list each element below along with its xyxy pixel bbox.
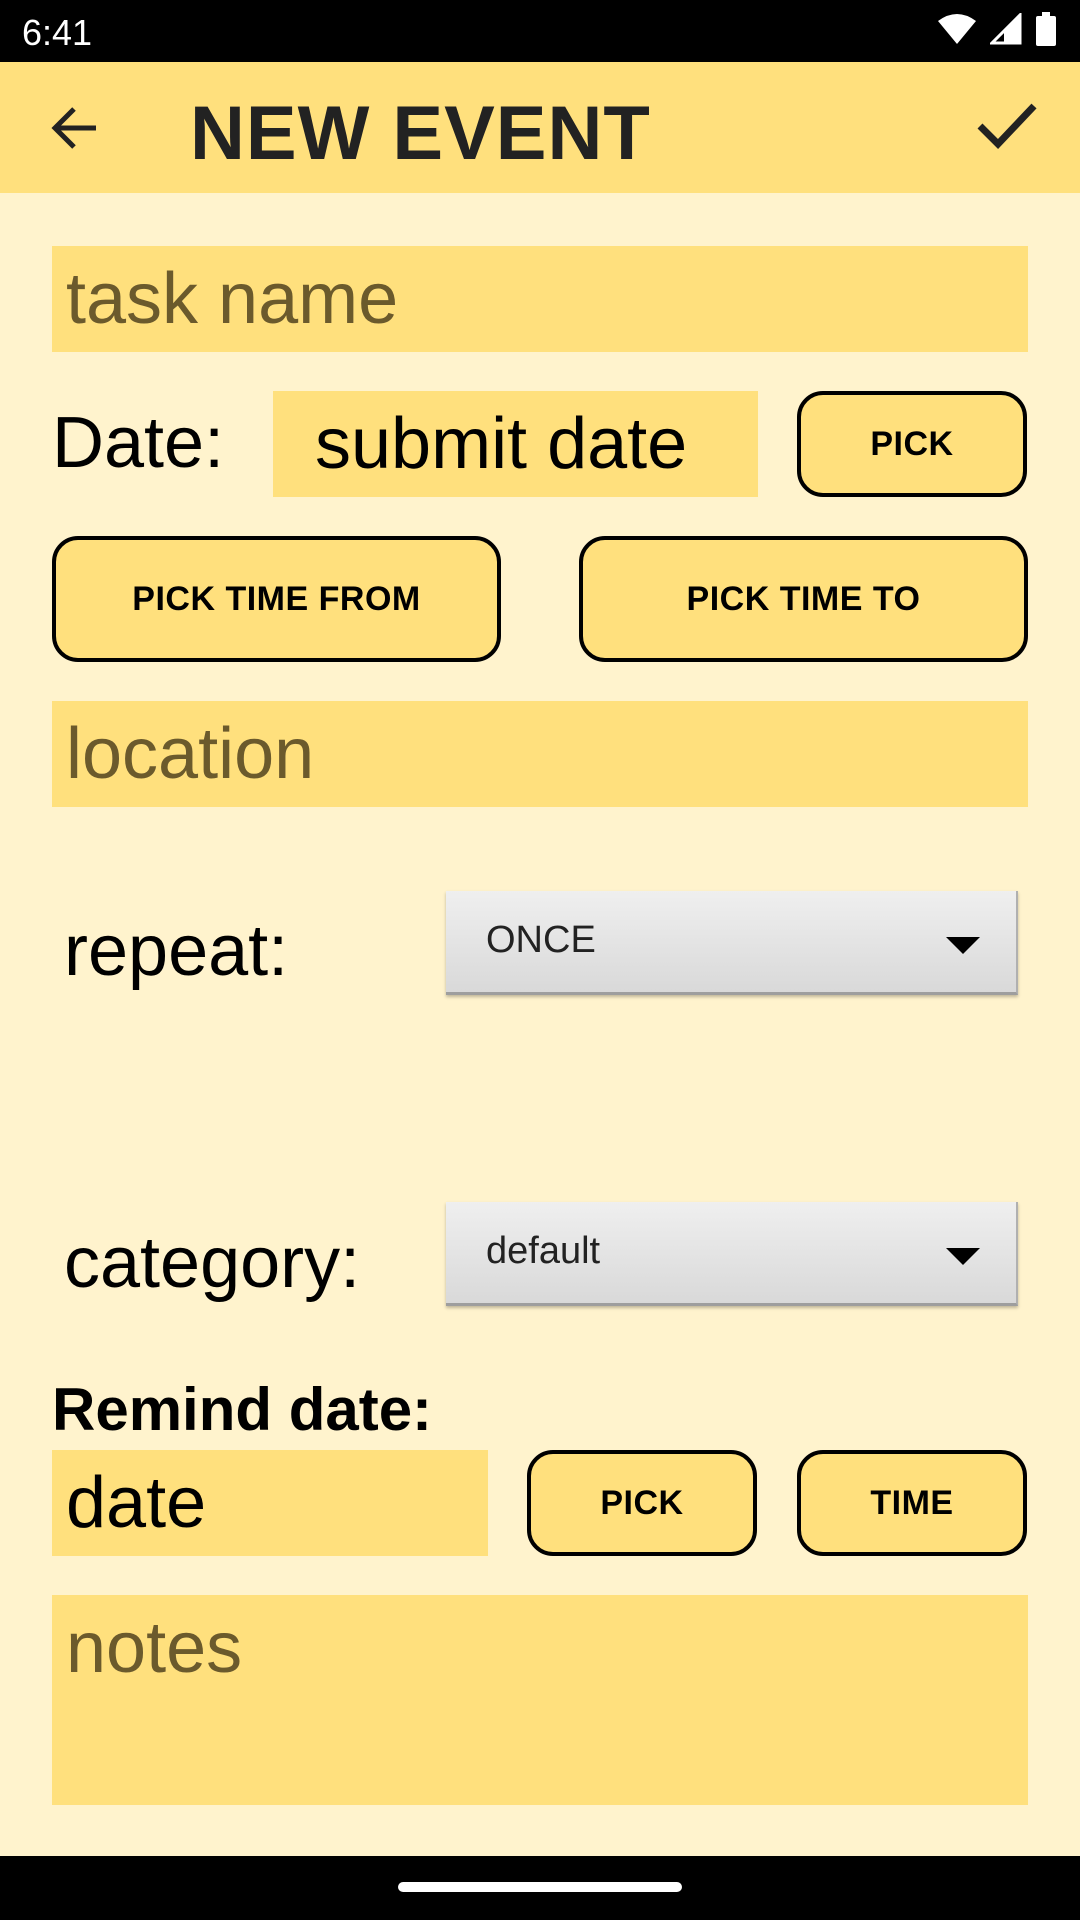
status-bar: 6:41 (0, 0, 1080, 62)
remind-pick-button[interactable]: PICK (527, 1450, 757, 1556)
remind-date-field[interactable]: date (52, 1450, 488, 1556)
pick-time-from-button[interactable]: PICK TIME FROM (52, 536, 501, 662)
repeat-label: repeat: (64, 911, 289, 991)
pick-date-button[interactable]: PICK (797, 391, 1027, 497)
notes-placeholder: notes (66, 1608, 243, 1688)
signal-icon (988, 11, 1022, 50)
remind-time-button[interactable]: TIME (797, 1450, 1027, 1556)
repeat-value: ONCE (486, 919, 596, 961)
wifi-icon (938, 13, 976, 50)
category-dropdown[interactable]: default (446, 1202, 1018, 1306)
status-time: 6:41 (22, 12, 93, 53)
confirm-button[interactable] (972, 96, 1042, 156)
check-icon (977, 103, 1037, 150)
category-label: category: (64, 1223, 361, 1303)
battery-icon (1036, 12, 1056, 51)
status-icons (938, 11, 1056, 51)
task-name-placeholder: task name (66, 259, 399, 339)
location-placeholder: location (66, 714, 315, 794)
app-bar: NEW EVENT (0, 62, 1080, 193)
chevron-down-icon (946, 937, 980, 954)
repeat-dropdown[interactable]: ONCE (446, 891, 1018, 995)
category-value: default (486, 1230, 601, 1272)
date-value: submit date (315, 404, 688, 484)
navigation-bar (0, 1856, 1080, 1920)
home-handle[interactable] (398, 1882, 682, 1892)
remind-date-label: Remind date: (52, 1376, 433, 1443)
chevron-down-icon (946, 1248, 980, 1265)
pick-time-to-button[interactable]: PICK TIME TO (579, 536, 1028, 662)
notes-field[interactable]: notes (52, 1595, 1028, 1805)
back-button[interactable] (44, 98, 104, 158)
location-field[interactable]: location (52, 701, 1028, 807)
remind-date-value: date (66, 1463, 207, 1543)
arrow-back-icon (51, 107, 96, 149)
task-name-field[interactable]: task name (52, 246, 1028, 352)
date-value-field[interactable]: submit date (273, 391, 758, 497)
page-title: NEW EVENT (190, 91, 651, 176)
date-label: Date: (52, 403, 225, 483)
